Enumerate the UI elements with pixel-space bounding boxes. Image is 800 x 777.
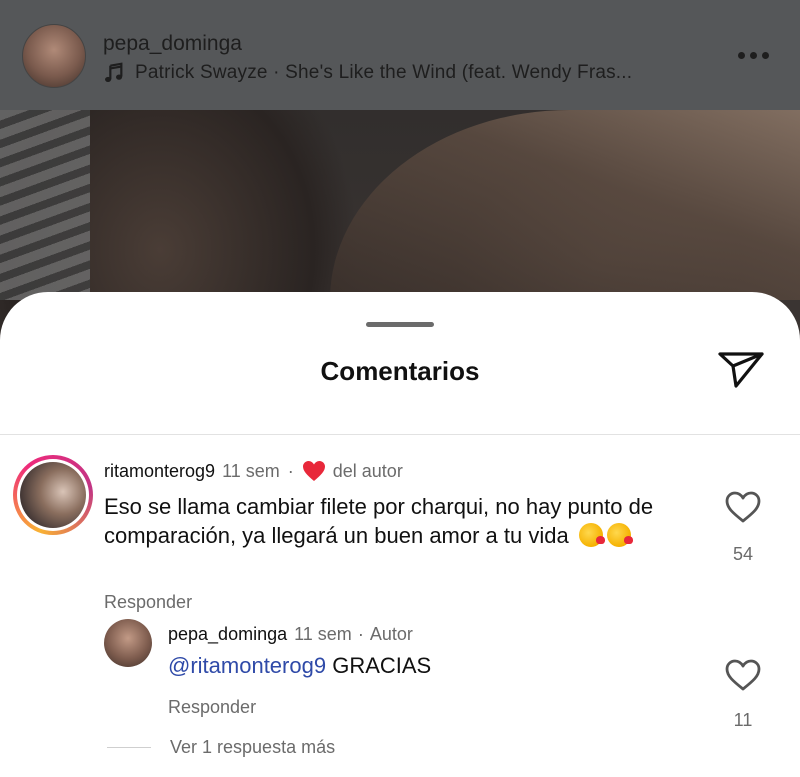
reply-time: 11 sem [294,624,352,644]
comment-avatar-story-ring[interactable] [13,455,93,535]
post-author-avatar[interactable] [22,24,86,88]
post-song-link[interactable]: Patrick Swayze · She's Like the Wind (fe… [103,62,632,84]
meta-separator: · [287,460,294,481]
heart-outline-icon[interactable] [724,490,762,524]
comment-avatar [20,462,86,528]
comment-meta: ritamonterog9 11 sem · del autor [104,460,403,482]
author-badge: Autor [369,624,413,644]
meta-separator: · [357,624,364,644]
kiss-emoji-icon [606,523,633,547]
post-song-title: Patrick Swayze · She's Like the Wind (fe… [135,62,633,83]
sheet-title: Comentarios [320,356,480,386]
comment-username[interactable]: ritamonterog9 [104,461,215,482]
comment-like-count: 54 [732,544,754,564]
kiss-emoji-icon [578,523,605,547]
heart-filled-icon [302,461,325,481]
reply-mention-link[interactable]: @ritamonterog9 [168,653,326,678]
heart-outline-icon[interactable] [724,658,762,692]
reply-body: GRACIAS [332,653,432,678]
share-send-icon[interactable] [716,350,766,390]
sheet-divider [0,434,800,435]
post-author-username[interactable]: pepa_dominga [103,32,242,56]
more-replies-line [107,747,151,748]
reply-username[interactable]: pepa_dominga [168,624,287,645]
reply-text: @ritamonterog9 GRACIAS [168,653,431,679]
post-header: pepa_dominga Patrick Swayze · She's Like… [0,0,800,110]
reply-button[interactable]: Responder [168,697,256,718]
reply-like-count: 11 [733,710,753,730]
reply-button[interactable]: Responder [104,592,192,613]
author-liked-label: del autor [332,460,403,481]
more-options-icon[interactable] [738,48,774,62]
view-more-replies-button[interactable]: Ver 1 respuesta más [170,737,335,758]
comment-time: 11 sem [222,460,280,481]
music-note-icon [105,62,123,82]
reply-avatar[interactable] [104,619,152,667]
post-photo-bracelet [0,110,90,300]
comment-body: Eso se llama cambiar filete por charqui,… [104,494,654,548]
sheet-drag-handle[interactable] [366,322,434,327]
reply-meta: pepa_dominga 11 sem · Autor [168,624,413,645]
comment-text: Eso se llama cambiar filete por charqui,… [104,492,714,550]
